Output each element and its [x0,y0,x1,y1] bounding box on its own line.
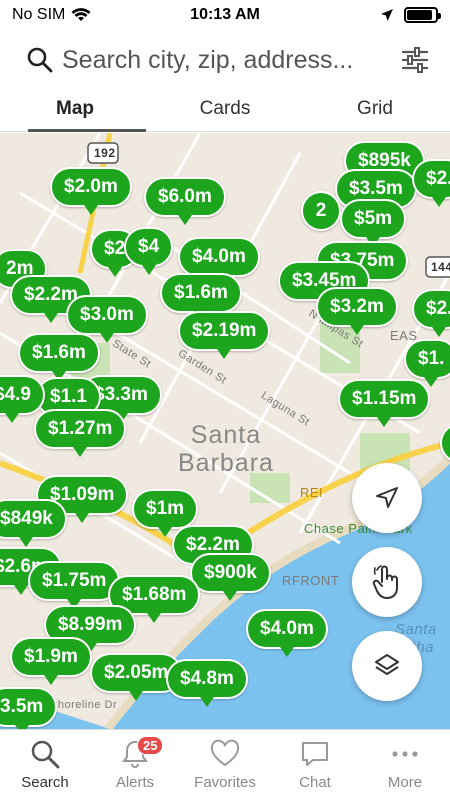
nav-favorites[interactable]: Favorites [180,730,270,800]
carrier-label: No SIM [12,6,66,23]
listing-pin[interactable]: $900k [190,553,271,601]
nav-search-label: Search [21,774,69,791]
bottom-tab-bar: Search 25 Alerts Favorites Chat More [0,729,450,800]
nav-alerts-label: Alerts [115,774,155,791]
listing-pin[interactable]: $1. [404,339,450,387]
listing-pin[interactable]: $4.0m [178,237,260,285]
listing-pin[interactable]: $849k [0,499,67,547]
listing-pin[interactable]: $6.0m [144,177,226,225]
locate-me-button[interactable] [352,463,422,533]
location-arrow-icon [381,9,393,21]
nav-alerts[interactable]: 25 Alerts [90,730,180,800]
city-label: Santa Barbara [178,421,274,477]
tab-grid[interactable]: Grid [300,90,450,131]
battery-icon [404,7,441,23]
search-input[interactable] [62,45,400,75]
alerts-badge: 25 [137,736,164,755]
listing-pin[interactable]: $4.9 [0,375,45,423]
listing-pin[interactable]: $1.9m [10,637,92,685]
listing-pin[interactable]: $1.6m [160,273,242,321]
chat-icon [302,742,328,766]
search-bar [0,34,450,86]
hand-pointer-icon [372,565,398,599]
map-view[interactable]: 192 144 Garden St Laguna St N Milpas St … [0,133,450,729]
draw-search-button[interactable] [352,547,422,617]
view-tabs: Map Cards Grid [0,90,450,132]
area-label-waterfront: RFRONT [282,573,340,588]
filter-sliders-icon[interactable] [400,45,430,75]
wifi-icon [71,8,91,21]
search-icon [27,47,53,73]
listing-cluster[interactable]: 2 [301,191,341,231]
search-icon [31,740,60,769]
listing-pin[interactable]: 3.5m [0,687,58,729]
highway-shield-192: 192 [94,146,116,160]
listing-pin[interactable]: $4.8m [166,659,248,707]
heart-icon [210,739,240,767]
listing-pin[interactable]: $3.2m [316,287,398,335]
layers-icon [375,654,399,675]
nav-search[interactable]: Search [0,730,90,800]
listing-pin[interactable]: $4 [124,227,174,275]
listing-pin[interactable]: $5m [340,199,407,247]
listing-pin[interactable]: $1m [132,489,199,537]
listing-pin[interactable]: $1.27m [34,409,127,457]
nav-more[interactable]: More [360,730,450,800]
poi-label-rei: REI [300,485,324,500]
tab-map[interactable]: Map [0,90,150,132]
listing-pin[interactable]: $1.6m [18,333,100,381]
listing-pin[interactable]: $1.75m [28,561,121,609]
nav-chat-label: Chat [299,774,331,791]
nav-chat[interactable]: Chat [270,730,360,800]
listing-pin[interactable]: $2.19m [178,311,271,359]
more-icon [392,751,418,757]
listing-pin[interactable]: $2.0m [50,167,132,215]
status-bar: No SIM 10:13 AM [0,0,450,30]
listing-pin[interactable]: $4.0m [246,609,328,657]
street-label-shoreline: Shoreline Dr [50,699,118,711]
listing-pin[interactable]: $1.15m [338,379,431,427]
nav-more-label: More [387,774,423,791]
nav-favorites-label: Favorites [194,774,256,791]
listing-pin[interactable]: $3.0m [66,295,148,343]
highway-shield-144: 144 [431,260,450,274]
listing-pin[interactable]: $2. [412,289,450,337]
map-layers-button[interactable] [352,631,422,701]
tab-cards[interactable]: Cards [150,90,300,131]
navigation-arrow-icon [376,487,398,508]
listing-pin[interactable]: $2. [412,159,450,207]
